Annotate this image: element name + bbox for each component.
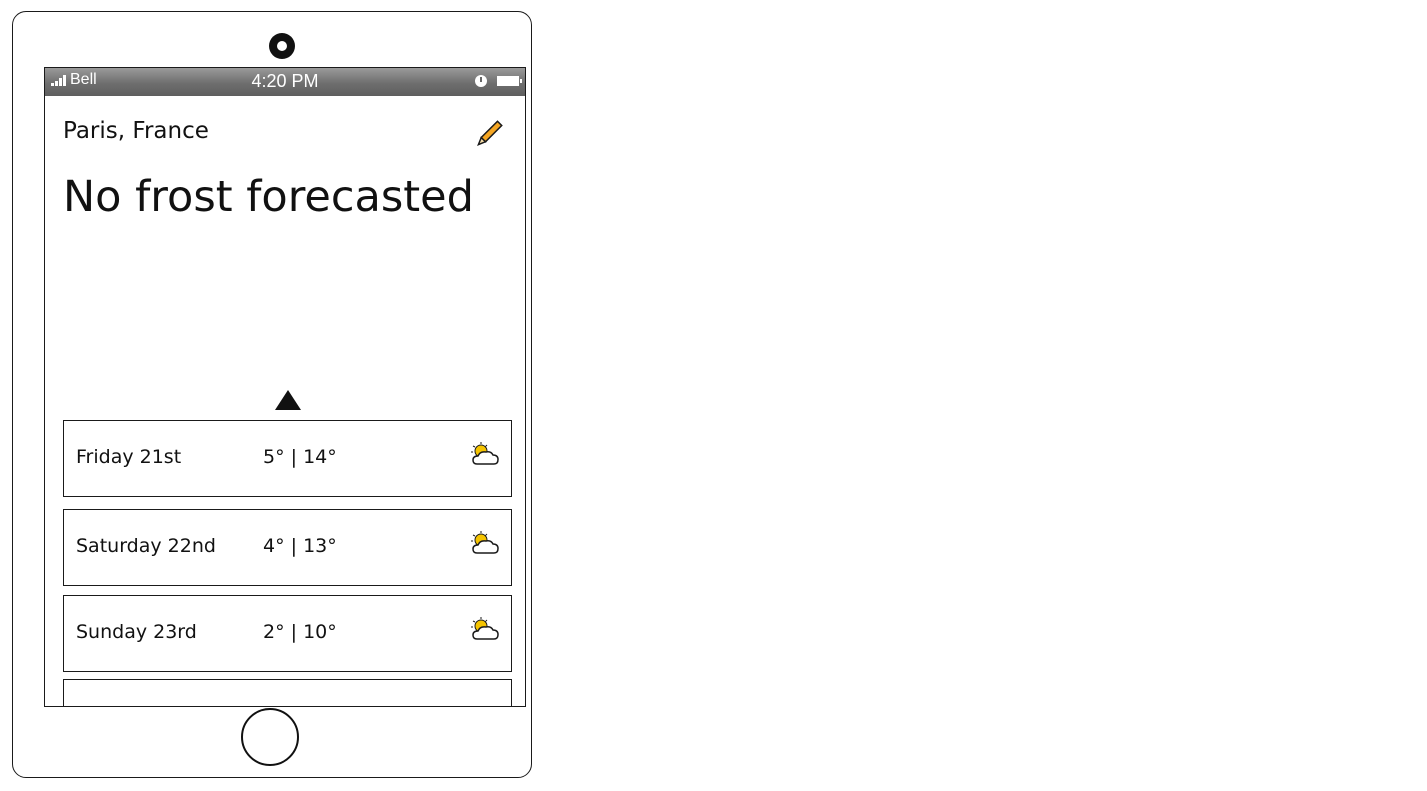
forecast-day: Sunday 23rd [76, 621, 197, 643]
forecast-item-saturday[interactable]: Saturday 22nd 4° | 13° [63, 509, 512, 586]
forecast-temps: 5° | 14° [263, 446, 337, 468]
status-bar: Bell 4:20 PM [45, 68, 525, 96]
partly-cloudy-icon [470, 617, 502, 643]
pencil-icon[interactable] [473, 118, 505, 150]
frost-status-headline: No frost forecasted [63, 172, 474, 222]
forecast-item-partial[interactable] [63, 679, 512, 706]
forecast-day: Saturday 22nd [76, 535, 216, 557]
phone-device: Bell 4:20 PM Paris, France No frost fore… [12, 11, 532, 778]
clock-icon [475, 75, 487, 87]
home-button[interactable] [241, 708, 299, 766]
triangle-up-icon[interactable] [275, 390, 301, 410]
camera-icon [269, 33, 295, 59]
partly-cloudy-icon [470, 531, 502, 557]
forecast-temps: 2° | 10° [263, 621, 337, 643]
battery-icon [497, 76, 522, 86]
partly-cloudy-icon [470, 442, 502, 468]
status-time: 4:20 PM [251, 71, 319, 91]
forecast-temps: 4° | 13° [263, 535, 337, 557]
status-right [475, 75, 522, 87]
phone-screen: Bell 4:20 PM Paris, France No frost fore… [44, 67, 526, 707]
forecast-item-sunday[interactable]: Sunday 23rd 2° | 10° [63, 595, 512, 672]
location-label: Paris, France [63, 118, 209, 144]
forecast-day: Friday 21st [76, 446, 182, 468]
forecast-item-friday[interactable]: Friday 21st 5° | 14° [63, 420, 512, 497]
